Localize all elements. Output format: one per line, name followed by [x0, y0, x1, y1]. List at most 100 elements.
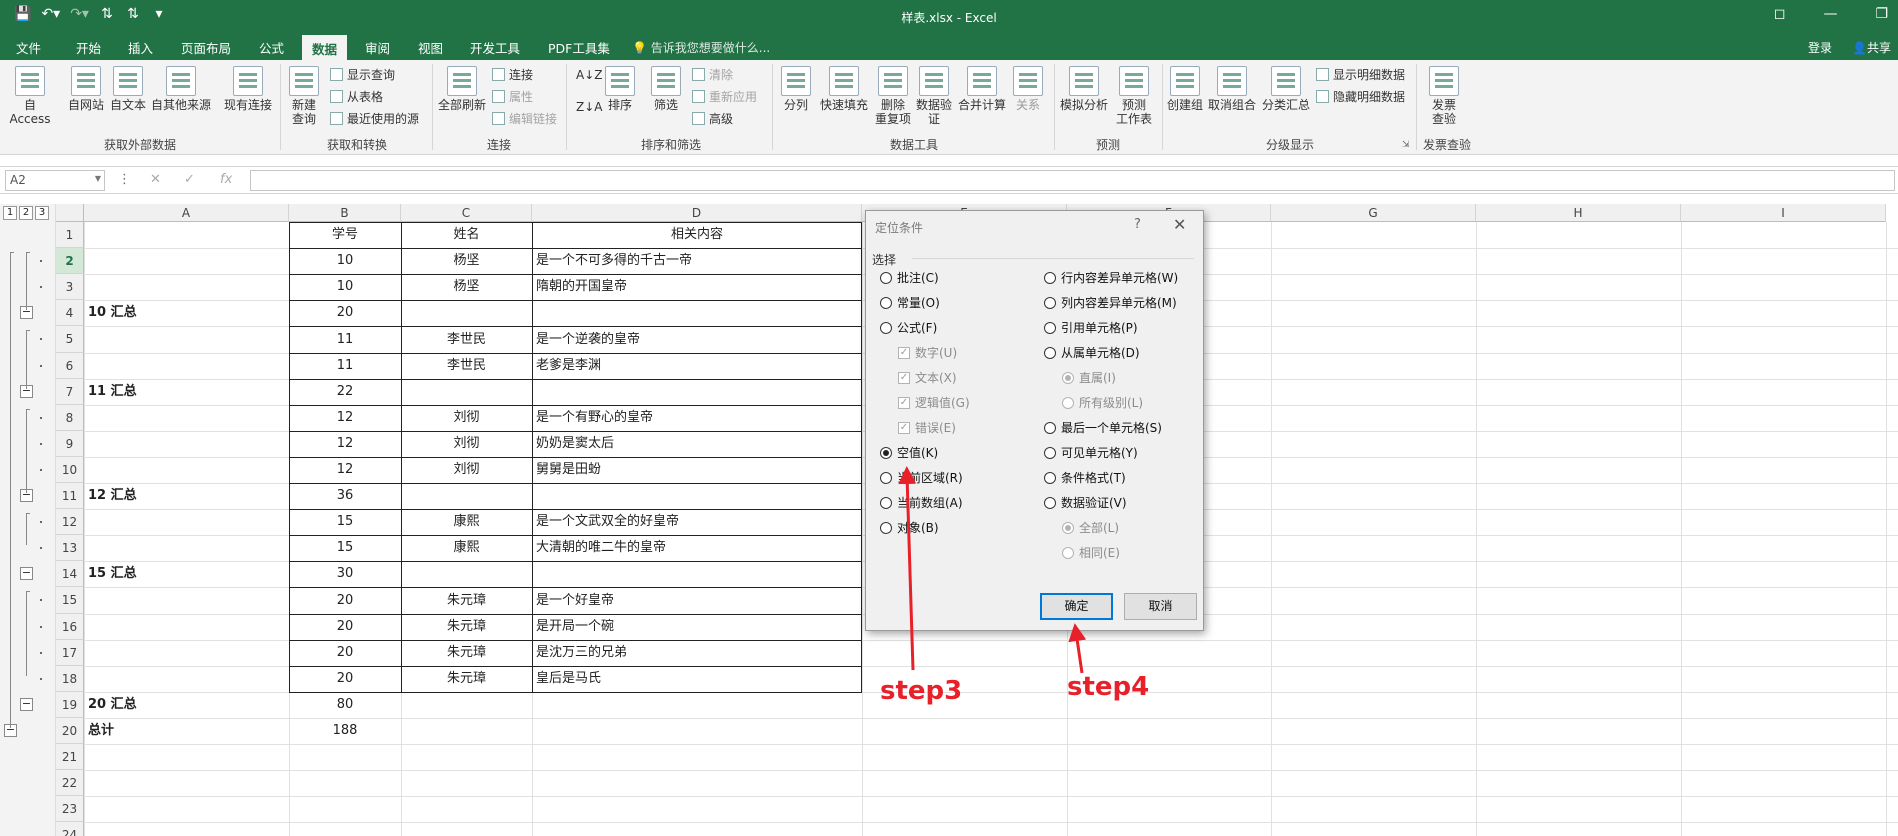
cell-c[interactable]: 刘彻: [405, 405, 528, 431]
cell-d[interactable]: 大清朝的唯二牛的皇帝: [536, 535, 858, 561]
share-button[interactable]: 👤共享: [1852, 39, 1891, 56]
from-text-button[interactable]: 自文本: [108, 66, 148, 112]
cell-c[interactable]: 朱元璋: [405, 640, 528, 666]
cell-b[interactable]: 36: [293, 483, 397, 509]
filter-button[interactable]: 筛选: [648, 66, 684, 112]
cell-d[interactable]: [536, 770, 858, 796]
cell-c[interactable]: 李世民: [405, 353, 528, 379]
cell-d[interactable]: 老爹是李渊: [536, 353, 858, 379]
cell-a[interactable]: [88, 222, 285, 248]
cell-c[interactable]: 刘彻: [405, 431, 528, 457]
row-header[interactable]: 13: [56, 535, 84, 561]
cell-c[interactable]: 朱元璋: [405, 666, 528, 692]
cell-d[interactable]: 奶奶是窦太后: [536, 431, 858, 457]
tab-insert[interactable]: 插入: [128, 38, 153, 57]
clear-filter-button[interactable]: 清除: [692, 66, 733, 83]
cell-c[interactable]: 朱元璋: [405, 587, 528, 614]
row-header[interactable]: 12: [56, 509, 84, 535]
row-header[interactable]: 7: [56, 379, 84, 405]
select-all-corner[interactable]: [56, 204, 84, 222]
cell-b[interactable]: 20: [293, 614, 397, 640]
cell-c[interactable]: [405, 561, 528, 587]
cell-c[interactable]: [405, 379, 528, 405]
consolidate-button[interactable]: 合并计算: [956, 66, 1008, 112]
cell-a[interactable]: 总计: [88, 718, 285, 744]
cell-d[interactable]: [536, 561, 858, 587]
option-left-1[interactable]: 常量(O): [880, 294, 940, 311]
cell-a[interactable]: [88, 353, 285, 379]
tab-home[interactable]: 开始: [76, 38, 101, 57]
login-link[interactable]: 登录: [1808, 39, 1832, 56]
cell-a[interactable]: [88, 614, 285, 640]
formula-input[interactable]: [250, 170, 1895, 191]
cell-d[interactable]: [536, 718, 858, 744]
radio-icon[interactable]: [1044, 271, 1056, 284]
row-header[interactable]: 16: [56, 614, 84, 640]
cell-d[interactable]: 皇后是马氏: [536, 666, 858, 692]
cell-b[interactable]: [293, 822, 397, 836]
row-header[interactable]: 10: [56, 457, 84, 483]
what-if-button[interactable]: 模拟分析: [1058, 66, 1110, 112]
recent-sources-button[interactable]: 最近使用的源: [330, 110, 419, 127]
cell-b[interactable]: 12: [293, 405, 397, 431]
tab-formulas[interactable]: 公式: [259, 38, 284, 57]
row-header[interactable]: 9: [56, 431, 84, 457]
cancel-icon[interactable]: ✕: [150, 172, 161, 187]
row-header[interactable]: 15: [56, 587, 84, 614]
data-validation-button[interactable]: 数据验证: [914, 66, 954, 126]
cell-d[interactable]: 是一个有野心的皇帝: [536, 405, 858, 431]
existing-connections-button[interactable]: 现有连接: [222, 66, 274, 112]
cancel-button[interactable]: 取消: [1124, 593, 1197, 620]
cell-a[interactable]: [88, 274, 285, 300]
cell-c[interactable]: 刘彻: [405, 457, 528, 483]
cell-b[interactable]: 12: [293, 457, 397, 483]
row-header[interactable]: 2: [56, 248, 84, 274]
from-access-button[interactable]: 自 Access: [4, 66, 56, 126]
tab-data[interactable]: 数据: [302, 35, 348, 60]
cell-a[interactable]: [88, 770, 285, 796]
cell-a[interactable]: 10 汇总: [88, 300, 285, 326]
row-header[interactable]: 17: [56, 640, 84, 666]
cell-b[interactable]: 15: [293, 509, 397, 535]
cell-a[interactable]: 12 汇总: [88, 483, 285, 509]
ok-button[interactable]: 确定: [1040, 593, 1113, 620]
row-header[interactable]: 21: [56, 744, 84, 770]
group-button[interactable]: 创建组: [1164, 66, 1206, 112]
edit-links-button[interactable]: 编辑链接: [492, 110, 557, 127]
row-header[interactable]: 24: [56, 822, 84, 836]
close-icon[interactable]: ✕: [1173, 215, 1186, 234]
option-right-2[interactable]: 引用单元格(P): [1044, 319, 1138, 336]
cell-d[interactable]: [536, 822, 858, 836]
cell-d[interactable]: [536, 744, 858, 770]
cell-c[interactable]: 李世民: [405, 326, 528, 353]
cell-a[interactable]: [88, 796, 285, 822]
invoice-check-button[interactable]: 发票 查验: [1424, 66, 1464, 126]
option-left-0[interactable]: 批注(C): [880, 269, 939, 286]
column-header-a[interactable]: A: [84, 204, 289, 222]
ungroup-button[interactable]: 取消组合: [1206, 66, 1258, 112]
properties-button[interactable]: 属性: [492, 88, 533, 105]
radio-icon[interactable]: [880, 271, 892, 284]
name-box[interactable]: A2 ▼: [5, 170, 105, 191]
cell-d[interactable]: 是一个不可多得的千古一帝: [536, 248, 858, 274]
option-right-3[interactable]: 从属单元格(D): [1044, 344, 1140, 361]
cell-c[interactable]: [405, 483, 528, 509]
subtotal-button[interactable]: 分类汇总: [1260, 66, 1312, 112]
tab-view[interactable]: 视图: [418, 38, 443, 57]
row-header[interactable]: 22: [56, 770, 84, 796]
cell-d[interactable]: [536, 379, 858, 405]
radio-icon[interactable]: [1044, 321, 1056, 334]
row-header[interactable]: 23: [56, 796, 84, 822]
outline-level-1-button[interactable]: 1: [3, 206, 17, 220]
tab-pdf-tools[interactable]: PDF工具集: [548, 38, 610, 57]
option-left-9[interactable]: 当前数组(A): [880, 494, 963, 511]
cell-a[interactable]: [88, 822, 285, 836]
cell-b[interactable]: 80: [293, 692, 397, 718]
radio-icon[interactable]: [880, 446, 892, 459]
flash-fill-button[interactable]: 快速填充: [818, 66, 870, 112]
cell-a[interactable]: [88, 326, 285, 353]
radio-icon[interactable]: [880, 296, 892, 309]
row-header[interactable]: 8: [56, 405, 84, 431]
cell-d[interactable]: 隋朝的开国皇帝: [536, 274, 858, 300]
cell-a[interactable]: [88, 666, 285, 692]
